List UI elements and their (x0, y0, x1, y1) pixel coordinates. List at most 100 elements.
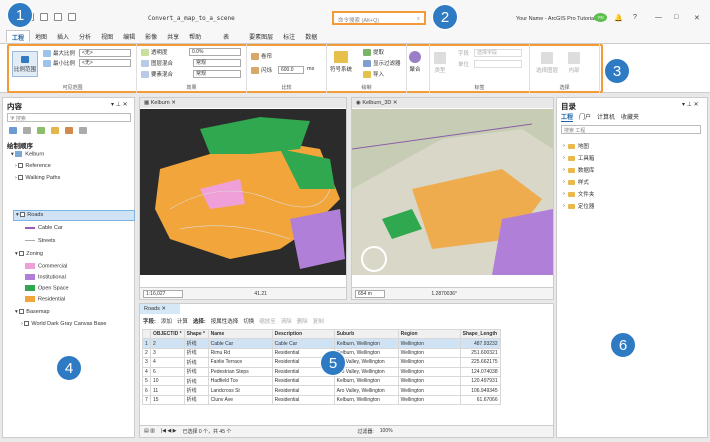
table-cell[interactable]: Wellington (397, 347, 461, 359)
list-by-labeling-icon[interactable] (79, 127, 87, 134)
tab-imagery[interactable]: 影像 (140, 30, 162, 42)
user-avatar[interactable]: YN (594, 13, 607, 22)
table-cell[interactable]: Wellington (397, 394, 461, 406)
catalog-item-maps[interactable]: › 地图 (563, 140, 594, 152)
catalog-item-databases[interactable]: › 数据库 (563, 164, 594, 176)
layer-walking-paths[interactable]: › Walking Paths (15, 175, 60, 181)
table-cell[interactable]: 折线 (183, 357, 209, 368)
table-cell[interactable]: 487.93232 (459, 338, 501, 349)
catalog-pane-options-icon[interactable]: ▾ ⊥ ✕ (682, 101, 699, 108)
table-cell[interactable]: 15 (150, 394, 185, 406)
table-cell[interactable]: 106.949345 (459, 385, 501, 396)
table-cell[interactable]: 折线 (183, 385, 209, 396)
table-cell[interactable]: Landcross St (207, 385, 273, 396)
list-by-data-source-icon[interactable] (23, 127, 31, 134)
user-name[interactable]: Your Name - ArcGIS Pro Tutorials (516, 16, 598, 22)
tab-map[interactable]: 地图 (30, 30, 52, 42)
field-dropdown[interactable]: 选择字段 (474, 49, 522, 57)
tab-labeling[interactable]: 标注 (278, 30, 300, 42)
catalog-tab-favorites[interactable]: 收藏夹 (621, 112, 639, 122)
scale-input-2d[interactable]: 1:16,027 (143, 290, 183, 298)
layer-reference[interactable]: › Reference (15, 163, 51, 169)
switch-button[interactable]: 切换 (243, 317, 254, 325)
table-cell[interactable]: 120.497931 (459, 375, 501, 387)
extract-button[interactable]: 提取 (363, 48, 384, 56)
calculate-button[interactable]: 计算 (177, 317, 188, 325)
table-cell[interactable]: Residential (271, 375, 335, 387)
table-cell[interactable]: 4 (150, 357, 185, 368)
tab-view[interactable]: 视图 (96, 30, 118, 42)
add-field-button[interactable]: 添加 (161, 317, 172, 325)
layer-zoning[interactable]: ▾ Zoning (15, 251, 43, 257)
table-cell[interactable]: 折线 (183, 394, 209, 406)
flicker-button[interactable]: 闪烁 (251, 66, 272, 74)
table-cell[interactable]: Wellington (397, 385, 461, 396)
swipe-button[interactable]: 卷帘 (251, 52, 272, 60)
table-cell[interactable]: 61.67066 (459, 394, 501, 406)
row-number-cell[interactable]: 4 (142, 366, 151, 377)
row-number-cell[interactable]: 3 (142, 357, 151, 368)
tab-project[interactable]: 工程 (6, 30, 31, 42)
table-cell[interactable]: Kelburn, Wellington (333, 394, 399, 406)
contents-search[interactable]: ⧩ 搜索 (7, 113, 131, 122)
tab-share[interactable]: 共享 (162, 30, 184, 42)
table-cell[interactable]: Fairlie Terrace (207, 357, 273, 368)
layer-dark-gray-base[interactable]: › World Dark Gray Canvas Base (21, 321, 106, 327)
scale-input-3d[interactable]: 654 m (355, 290, 385, 298)
tab-edit[interactable]: 编辑 (118, 30, 140, 42)
table-cell[interactable]: Residential (271, 394, 335, 406)
notification-icon[interactable]: 🔔 (614, 14, 623, 22)
map-tab-kelburn-3d[interactable]: ◉ Kelburn_3D ✕ (352, 98, 553, 108)
command-search[interactable]: 命令搜索 (Alt+Q) ⌕ (332, 11, 426, 25)
catalog-item-styles[interactable]: › 样式 (563, 176, 594, 188)
layer-kelburn[interactable]: ▾ Kelburn (11, 151, 44, 157)
dark-gray-checkbox[interactable] (24, 321, 30, 327)
table-cell[interactable]: 11 (150, 385, 185, 396)
copy-button[interactable]: 复制 (313, 317, 324, 325)
tab-insert[interactable]: 插入 (52, 30, 74, 42)
catalog-search[interactable]: 搜索 工程 (561, 125, 701, 134)
catalog-tab-project[interactable]: 工程 (561, 112, 574, 122)
table-row[interactable]: 6 11 折线 Landcross St Residential Aro Valley, … (142, 385, 501, 396)
table-cell[interactable]: Kelburn, Wellington (333, 375, 399, 387)
selectable-button[interactable]: 选择图层 (536, 52, 558, 74)
table-cell[interactable]: Hadfield Tce (207, 375, 273, 387)
column-name[interactable]: Name (207, 328, 273, 340)
row-number-cell[interactable]: 7 (142, 394, 151, 406)
clear-button[interactable]: 清除 (281, 317, 292, 325)
column-objectid[interactable]: OBJECTID * (150, 328, 185, 340)
tab-table[interactable]: 表 (218, 30, 234, 42)
table-cell[interactable]: Clunv Ave (207, 394, 273, 406)
max-scale-dropdown[interactable]: <无> (79, 49, 131, 57)
zoom-to-button[interactable]: 缩放至 (259, 317, 276, 325)
layer-blend-dropdown[interactable]: 常规 (193, 59, 241, 67)
column-description[interactable]: Description (271, 328, 335, 340)
table-cell[interactable]: Kelburn, Wellington (333, 338, 399, 349)
table-cell[interactable]: 折线 (183, 347, 209, 359)
walking-paths-checkbox[interactable] (18, 175, 24, 181)
column-suburb[interactable]: Suburb (333, 328, 399, 340)
table-cell[interactable]: Aro Valley, Wellington (333, 385, 399, 396)
catalog-item-locators[interactable]: › 定位器 (563, 200, 594, 212)
list-by-selection-icon[interactable] (37, 127, 45, 134)
table-cell[interactable]: Cable Car (207, 338, 273, 349)
table-cell[interactable]: 折线 (183, 366, 209, 377)
layer-basemap[interactable]: ▾ Basemap (15, 309, 50, 315)
display-filter-button[interactable]: 显示过滤器 (363, 59, 401, 67)
table-cell[interactable]: 3 (150, 347, 185, 359)
layer-roads[interactable]: ▾ Roads (13, 210, 135, 221)
minimize-button[interactable]: — (655, 14, 662, 21)
table-cell[interactable]: 2 (150, 338, 185, 349)
row-number-cell[interactable]: 1 (142, 338, 151, 349)
table-view-icon[interactable]: ▤ ▥ (144, 428, 155, 435)
reference-checkbox[interactable] (18, 163, 24, 169)
category-button[interactable]: 类型 (434, 52, 446, 74)
flicker-input[interactable]: 600.0 (278, 66, 304, 74)
table-cell[interactable]: Rimu Rd (207, 347, 273, 359)
table-cell[interactable]: Cable Car (271, 338, 335, 349)
record-nav[interactable]: |◀ ◀ ▶ (161, 428, 177, 435)
table-cell[interactable]: Wellington (397, 357, 461, 368)
table-cell[interactable]: Wellington (397, 375, 461, 387)
table-cell[interactable]: Residential (271, 385, 335, 396)
table-cell[interactable]: Wellington (397, 366, 461, 377)
